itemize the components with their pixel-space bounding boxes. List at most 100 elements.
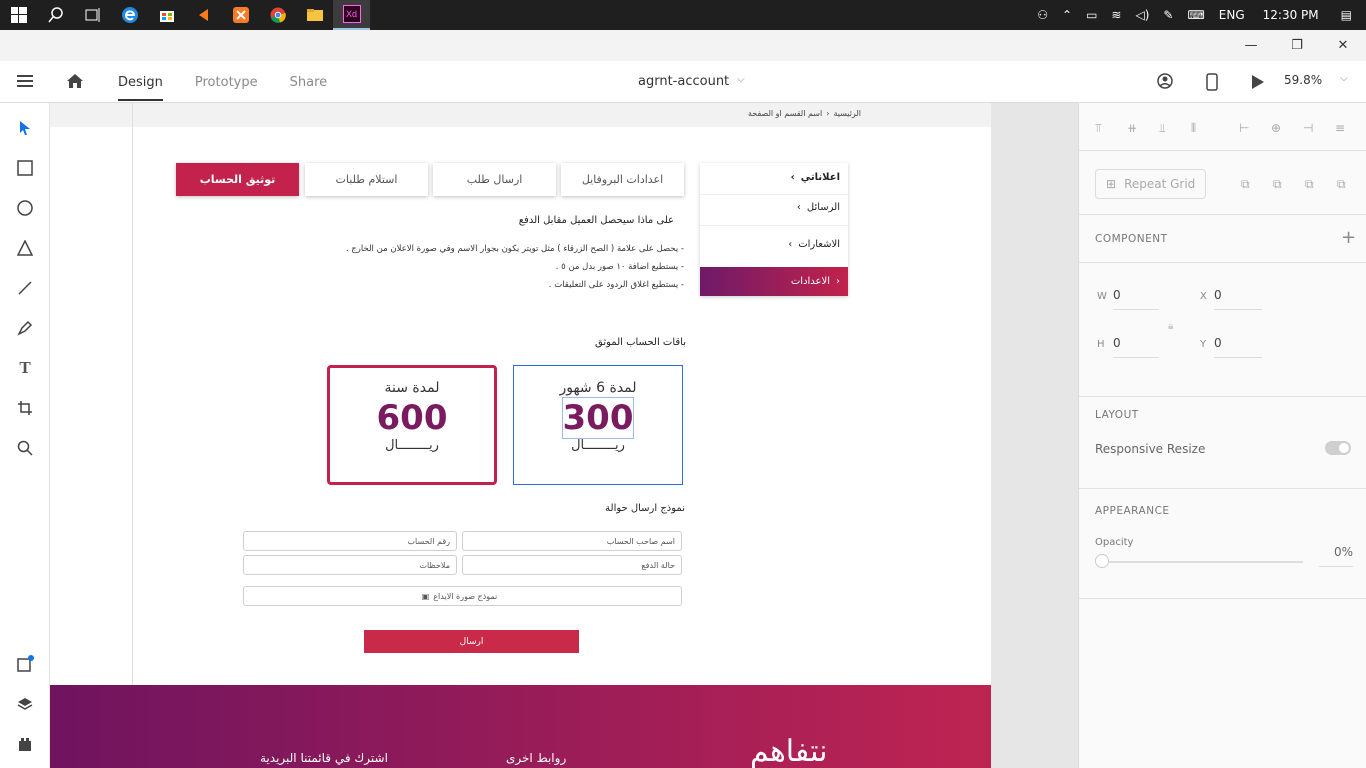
document-title[interactable]: agrnt-account ⌵ [638, 74, 745, 89]
account-number-input[interactable]: رقم الحساب [243, 531, 457, 551]
appearance-section: APPEARANCE Opacity 0% [1079, 489, 1366, 599]
notes-input[interactable]: ملاحظات [243, 555, 457, 575]
layers-panel-icon[interactable] [13, 692, 37, 716]
media-player-icon[interactable] [185, 0, 222, 30]
search-icon[interactable] [37, 0, 74, 30]
opacity-label: Opacity [1095, 537, 1134, 548]
language-indicator[interactable]: ENG [1219, 8, 1245, 22]
pen-icon[interactable]: ✎ [1163, 8, 1173, 22]
align-top-icon[interactable]: ⫪ [1095, 121, 1111, 137]
menu-item-settings[interactable]: الاعدادات › [700, 267, 848, 296]
window-titlebar: — ❐ ✕ [0, 30, 1366, 61]
align-bottom-icon[interactable]: ⫫ [1159, 121, 1175, 137]
account-holder-input[interactable]: اسم صاحب الحساب [462, 531, 682, 551]
h-label: H [1097, 339, 1105, 350]
align-middle-icon[interactable]: ⧺ [1127, 121, 1143, 137]
add-component-icon[interactable]: + [1341, 227, 1356, 248]
distribute-horizontal-icon[interactable]: ≡ [1335, 121, 1351, 137]
select-tool-icon[interactable] [13, 116, 37, 140]
menu-item-notifications[interactable]: الاشعارات › [788, 239, 840, 250]
tab-share[interactable]: Share [290, 75, 328, 90]
volume-icon[interactable]: ◁) [1135, 8, 1149, 22]
xampp-icon[interactable] [222, 0, 259, 30]
boolean-add-icon[interactable]: ⧉ [1241, 177, 1257, 193]
boolean-exclude-icon[interactable]: ⧉ [1337, 177, 1353, 193]
keyboard-icon[interactable]: ⌨ [1187, 8, 1204, 22]
submit-button[interactable]: ارسال [364, 630, 579, 653]
x-label: X [1200, 291, 1207, 302]
chevron-right-icon: › [796, 202, 801, 213]
text-tool-icon[interactable]: T [13, 356, 37, 380]
people-icon[interactable]: ⚇ [1037, 8, 1048, 22]
rectangle-tool-icon[interactable] [13, 156, 37, 180]
deposit-image-upload[interactable]: ▣ نموذج صورة الايداع [243, 586, 682, 606]
payment-status-input[interactable]: حالة الدفع [462, 555, 682, 575]
tab-send-request[interactable]: ارسال طلب [433, 163, 556, 196]
opacity-slider-track[interactable] [1109, 561, 1303, 563]
wifi-icon[interactable]: ≋ [1111, 8, 1121, 22]
tab-verify-account[interactable]: توثيق الحساب [176, 163, 299, 196]
lock-aspect-icon[interactable]: 🔒︎ [1168, 321, 1173, 332]
artboard-tool-icon[interactable] [13, 396, 37, 420]
opacity-input[interactable]: 0% [1319, 545, 1353, 567]
package-1-year[interactable]: لمدة سنة 600 ريــــــــال [327, 365, 497, 485]
align-right-icon[interactable]: ⊣ [1303, 121, 1319, 137]
x-input[interactable]: 0 [1214, 288, 1262, 310]
ellipse-tool-icon[interactable] [13, 196, 37, 220]
clock[interactable]: 12:30 PM [1263, 8, 1319, 22]
device-preview-icon[interactable] [1206, 73, 1218, 94]
responsive-resize-toggle[interactable] [1325, 441, 1351, 455]
menu-item-my-ads[interactable]: اعلاناتي › [791, 172, 840, 183]
package-6-months[interactable]: لمدة 6 شهور 300 ريــــــــال [513, 365, 683, 485]
battery-icon[interactable]: ▭ [1086, 8, 1097, 22]
minimize-button[interactable]: — [1228, 30, 1274, 61]
height-input[interactable]: 0 [1113, 336, 1159, 358]
pen-tool-icon[interactable] [13, 316, 37, 340]
y-input[interactable]: 0 [1214, 336, 1262, 358]
task-view-icon[interactable] [74, 0, 111, 30]
package-period: لمدة سنة [384, 380, 440, 396]
distribute-vertical-icon[interactable]: ⫴ [1191, 121, 1207, 137]
align-left-icon[interactable]: ⊢ [1239, 121, 1255, 137]
breadcrumb-home[interactable]: الرئيسية [833, 109, 861, 118]
assets-panel-icon[interactable] [13, 652, 37, 676]
tab-receive-requests[interactable]: استلام طلبات [305, 163, 428, 196]
play-icon[interactable] [1251, 74, 1265, 93]
align-center-icon[interactable]: ⊕ [1271, 121, 1287, 137]
opacity-slider-handle[interactable] [1095, 554, 1109, 568]
benefit-item: - يحصل على علامة ( الصح الزرقاء ) مثل تو… [345, 244, 684, 254]
zoom-selector[interactable]: 59.8% ⌵ [1284, 73, 1348, 87]
close-button[interactable]: ✕ [1320, 30, 1366, 61]
breadcrumb-page[interactable]: اسم القسم او الصفحة [748, 109, 822, 118]
adobe-xd-icon[interactable]: Xd [333, 0, 370, 30]
align-section: ⫪ ⧺ ⫫ ⫴ ⊢ ⊕ ⊣ ≡ [1079, 103, 1366, 151]
zoom-tool-icon[interactable] [13, 436, 37, 460]
polygon-tool-icon[interactable] [13, 236, 37, 260]
tab-prototype[interactable]: Prototype [195, 75, 258, 90]
restore-button[interactable]: ❐ [1274, 30, 1320, 61]
tab-profile-settings[interactable]: اعدادات البروفايل [561, 163, 684, 196]
notifications-icon[interactable]: ▤ [1341, 8, 1352, 22]
user-share-icon[interactable] [1157, 73, 1175, 94]
package-price: 300 [514, 397, 682, 439]
boolean-intersect-icon[interactable]: ⧉ [1305, 177, 1321, 193]
repeat-grid-button[interactable]: ⊞ Repeat Grid [1095, 169, 1206, 199]
plugins-panel-icon[interactable] [13, 732, 37, 756]
repeat-grid-label: Repeat Grid [1124, 177, 1196, 191]
artboard-agrnt-account[interactable]: الرئيسية ‹ اسم القسم او الصفحة اعدادات ا… [50, 103, 991, 768]
chevron-up-icon[interactable]: ⌃ [1062, 8, 1072, 22]
boolean-subtract-icon[interactable]: ⧉ [1273, 177, 1289, 193]
start-icon[interactable] [0, 0, 37, 30]
store-icon[interactable] [148, 0, 185, 30]
line-tool-icon[interactable] [13, 276, 37, 300]
chrome-icon[interactable] [259, 0, 296, 30]
width-input[interactable]: 0 [1113, 288, 1159, 310]
edge-icon[interactable] [111, 0, 148, 30]
tab-design[interactable]: Design [118, 75, 163, 101]
home-icon[interactable] [66, 73, 84, 92]
component-section: COMPONENT + [1079, 215, 1366, 263]
design-canvas[interactable]: الرئيسية ‹ اسم القسم او الصفحة اعدادات ا… [50, 103, 1078, 768]
menu-item-messages[interactable]: الرسائل › [797, 202, 840, 213]
file-explorer-icon[interactable] [296, 0, 333, 30]
hamburger-menu-icon[interactable] [17, 74, 33, 91]
